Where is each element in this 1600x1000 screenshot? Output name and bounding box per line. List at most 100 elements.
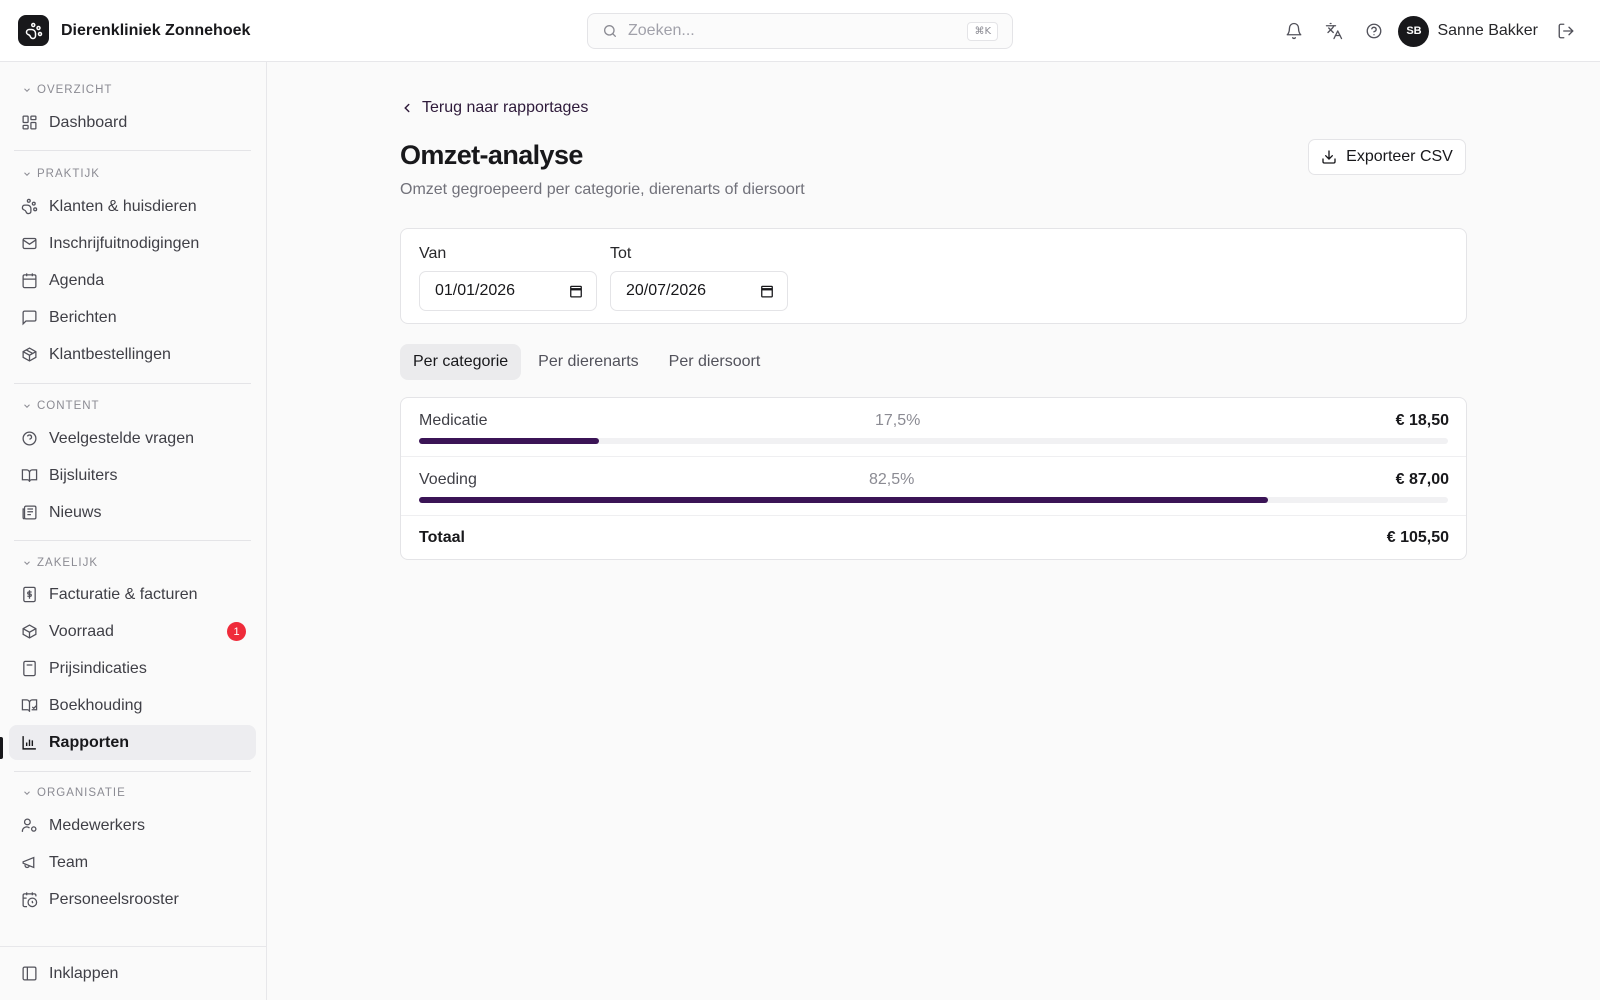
export-csv-button[interactable]: Exporteer CSV bbox=[1308, 139, 1466, 175]
help-icon[interactable] bbox=[1354, 11, 1394, 51]
chevron-down-icon bbox=[24, 791, 30, 795]
sidebar-item-klantbestellingen[interactable]: Klantbestellingen bbox=[9, 337, 256, 372]
sidebar-item-voorraad[interactable]: Voorraad 1 bbox=[9, 614, 256, 649]
sidebar-item-berichten[interactable]: Berichten bbox=[9, 300, 256, 335]
active-indicator bbox=[0, 737, 3, 759]
book-icon bbox=[20, 467, 38, 485]
calendar-clock-icon bbox=[20, 891, 38, 909]
divider bbox=[14, 540, 251, 541]
category-amount: € 18,50 bbox=[1395, 412, 1449, 429]
from-date-input[interactable]: 01/01/2026 bbox=[419, 271, 597, 311]
share-bar-fill bbox=[419, 438, 600, 444]
share-bar-track bbox=[419, 497, 1448, 503]
search-input[interactable] bbox=[628, 22, 968, 40]
sidebar-group-praktijk[interactable]: PRAKTIJK bbox=[0, 165, 100, 183]
sidebar-group-overzicht[interactable]: OVERZICHT bbox=[0, 81, 112, 99]
tab-per-dierenarts[interactable]: Per dierenarts bbox=[525, 344, 652, 380]
paw-logo-icon bbox=[18, 15, 49, 46]
calendar-icon[interactable] bbox=[569, 284, 583, 298]
brand[interactable]: Dierenkliniek Zonnehoek bbox=[18, 15, 250, 46]
download-icon bbox=[1322, 150, 1336, 164]
sidebar-footer: Inklappen bbox=[0, 946, 266, 1000]
user-name: Sanne Bakker bbox=[1437, 22, 1538, 39]
sidebar-item-facturatie[interactable]: Facturatie & facturen bbox=[9, 577, 256, 612]
sidebar-item-nieuws[interactable]: Nieuws bbox=[9, 495, 256, 530]
category-label: Voeding bbox=[419, 471, 477, 488]
search-shortcut: ⌘K bbox=[967, 21, 998, 41]
category-percent: 82,5% bbox=[869, 471, 915, 488]
divider bbox=[14, 771, 251, 772]
from-label: Van bbox=[419, 245, 447, 262]
share-bar-track bbox=[419, 438, 1448, 444]
chevron-down-icon bbox=[24, 404, 30, 408]
clinic-name: Dierenkliniek Zonnehoek bbox=[61, 21, 251, 39]
translate-icon[interactable] bbox=[1314, 11, 1354, 51]
sidebar-item-team[interactable]: Team bbox=[9, 845, 256, 880]
ledger-icon bbox=[20, 697, 38, 715]
category-amount: € 87,00 bbox=[1395, 471, 1449, 488]
calendar-icon bbox=[20, 272, 38, 290]
total-row: Totaal € 105,50 bbox=[401, 516, 1466, 559]
inventory-badge: 1 bbox=[227, 622, 246, 641]
sidebar-item-rapporten[interactable]: Rapporten bbox=[9, 725, 256, 760]
sidebar-item-bijsluiters[interactable]: Bijsluiters bbox=[9, 458, 256, 493]
list-item: Medicatie 17,5% € 18,50 bbox=[401, 398, 1466, 457]
sidebar-group-organisatie[interactable]: ORGANISATIE bbox=[0, 784, 126, 802]
sidebar-group-zakelijk[interactable]: ZAKELIJK bbox=[0, 554, 98, 572]
to-date-input[interactable]: 20/07/2026 bbox=[610, 271, 788, 311]
invoice-icon bbox=[20, 586, 38, 604]
megaphone-icon bbox=[20, 854, 38, 872]
page-title: Omzet-analyse bbox=[400, 140, 583, 170]
main-content: Terug naar rapportages Omzet-analyse Omz… bbox=[268, 62, 1600, 1000]
divider bbox=[14, 383, 251, 384]
sidebar-item-boekhouding[interactable]: Boekhouding bbox=[9, 688, 256, 723]
chevron-down-icon bbox=[24, 88, 30, 92]
sidebar-item-dashboard[interactable]: Dashboard bbox=[9, 105, 256, 140]
logout-icon[interactable] bbox=[1546, 11, 1586, 51]
package-icon bbox=[20, 346, 38, 364]
calculator-icon bbox=[20, 660, 38, 678]
sidebar-item-prijsindicaties[interactable]: Prijsindicaties bbox=[9, 651, 256, 686]
bell-icon[interactable] bbox=[1274, 11, 1314, 51]
sidebar-item-veelgestelde-vragen[interactable]: Veelgestelde vragen bbox=[9, 421, 256, 456]
newspaper-icon bbox=[20, 504, 38, 522]
top-bar: Dierenkliniek Zonnehoek ⌘K SB Sanne Bakk… bbox=[0, 0, 1600, 62]
total-label: Totaal bbox=[419, 529, 465, 546]
bar-chart-icon bbox=[20, 734, 38, 752]
category-label: Medicatie bbox=[419, 412, 488, 429]
header-actions: SB Sanne Bakker bbox=[1274, 0, 1600, 62]
divider bbox=[14, 150, 251, 151]
chevron-down-icon bbox=[24, 561, 30, 565]
total-amount: € 105,50 bbox=[1386, 529, 1449, 546]
sidebar: OVERZICHT Dashboard PRAKTIJK Klanten & h… bbox=[0, 62, 267, 1000]
search-box[interactable]: ⌘K bbox=[587, 13, 1013, 49]
calendar-icon[interactable] bbox=[760, 284, 774, 298]
back-to-reports-link[interactable]: Terug naar rapportages bbox=[400, 99, 588, 117]
search-icon bbox=[604, 25, 616, 37]
user-cog-icon bbox=[20, 817, 38, 835]
sidebar-item-medewerkers[interactable]: Medewerkers bbox=[9, 808, 256, 843]
user-menu[interactable]: SB Sanne Bakker bbox=[1398, 15, 1538, 47]
sidebar-item-klanten[interactable]: Klanten & huisdieren bbox=[9, 189, 256, 224]
tab-per-diersoort[interactable]: Per diersoort bbox=[656, 344, 774, 380]
collapse-sidebar-button[interactable]: Inklappen bbox=[9, 956, 256, 991]
category-percent: 17,5% bbox=[875, 412, 921, 429]
to-label: Tot bbox=[610, 245, 632, 262]
sidebar-collapse-icon bbox=[20, 965, 38, 983]
sidebar-item-personeelsrooster[interactable]: Personeelsrooster bbox=[9, 882, 256, 917]
mail-icon bbox=[20, 235, 38, 253]
grouping-tabs: Per categorie Per dierenarts Per diersoo… bbox=[400, 344, 777, 380]
list-item: Voeding 82,5% € 87,00 bbox=[401, 457, 1466, 516]
sidebar-item-agenda[interactable]: Agenda bbox=[9, 263, 256, 298]
sidebar-item-inschrijfuitnodigingen[interactable]: Inschrijfuitnodigingen bbox=[9, 226, 256, 261]
dashboard-icon bbox=[20, 114, 38, 132]
date-filter-card: Van 01/01/2026 Tot 20/07/2026 bbox=[400, 228, 1467, 324]
tab-per-categorie[interactable]: Per categorie bbox=[400, 344, 522, 380]
avatar: SB bbox=[1398, 15, 1430, 47]
share-bar-fill bbox=[419, 497, 1268, 503]
sidebar-group-content[interactable]: CONTENT bbox=[0, 397, 100, 415]
paw-icon bbox=[20, 198, 38, 216]
box-icon bbox=[20, 623, 38, 641]
help-icon bbox=[20, 430, 38, 448]
message-icon bbox=[20, 309, 38, 327]
